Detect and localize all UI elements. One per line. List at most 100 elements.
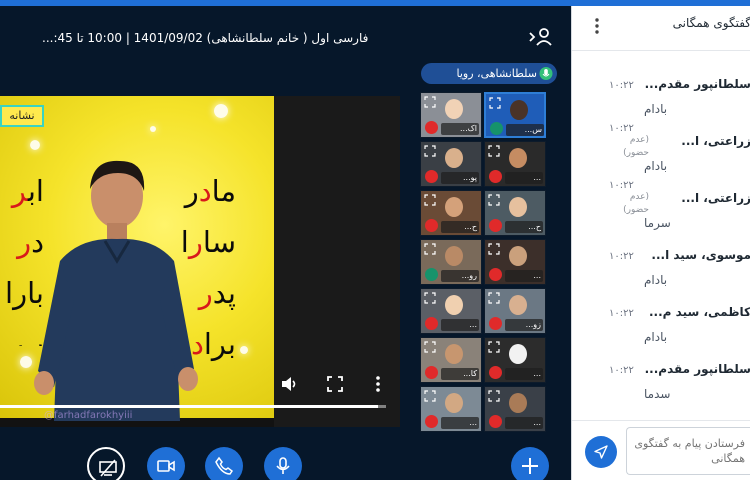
send-message-button[interactable] (585, 436, 617, 468)
expand-icon[interactable] (424, 341, 436, 353)
send-icon (594, 445, 608, 459)
chat-sender-name: زراعتی، ا... (681, 134, 750, 148)
participant-face (445, 344, 463, 364)
current-talker-name: سلطانشاهی، رویا (456, 67, 537, 80)
chat-message: موسوی، سید ا... ۱۰:۲۲ بادام (572, 237, 750, 293)
sparkle (240, 346, 248, 354)
participant-face (509, 148, 527, 168)
expand-icon[interactable] (489, 97, 501, 109)
camera-icon (157, 460, 175, 472)
webcam-tile[interactable]: پو... (420, 141, 482, 187)
expand-icon[interactable] (424, 292, 436, 304)
chat-timestamp: ۱۰:۲۲ (609, 251, 634, 262)
chat-title: گفتگوی همگانی (672, 16, 750, 30)
camera-button[interactable] (147, 447, 185, 480)
chat-message-text: بادام (644, 273, 668, 287)
user-list-toggle[interactable] (526, 24, 556, 50)
highlighted-letter: ر (198, 276, 213, 310)
webcam-tile[interactable]: ح... (420, 190, 482, 236)
highlighted-letter: ر (17, 225, 32, 259)
sparkle (30, 140, 40, 150)
webcam-tile[interactable]: ... (484, 337, 546, 383)
expand-icon[interactable] (424, 243, 436, 255)
chat-message: سلطانپور مقدم... ۱۰:۲۲ بادام (572, 66, 750, 122)
chat-sender-status: (عدم حضور) (623, 192, 649, 215)
webcam-tile[interactable]: ... (484, 386, 546, 432)
chat-sender-name: سلطانپور مقدم... (644, 362, 750, 376)
webcam-tile[interactable]: زو... (484, 288, 546, 334)
expand-icon[interactable] (488, 243, 500, 255)
more-options-icon[interactable] (368, 374, 388, 394)
microphone-icon (539, 67, 553, 80)
chat-sender-name: سلطانپور مقدم... (644, 77, 750, 91)
participant-name: ... (505, 417, 543, 429)
participant-name: ... (505, 368, 543, 380)
chat-timestamp: ۱۰:۲۲ (609, 308, 634, 319)
chat-options-icon[interactable] (590, 17, 604, 35)
phone-button[interactable] (205, 447, 243, 480)
expand-icon[interactable] (488, 194, 500, 206)
expand-icon[interactable] (424, 194, 436, 206)
chat-sender-status: (عدم حضور) (623, 135, 649, 158)
webcam-tile[interactable]: س... (484, 92, 546, 138)
chat-timestamp: ۱۰:۲۲ (609, 180, 634, 191)
expand-icon[interactable] (424, 390, 436, 402)
chat-divider (572, 50, 750, 51)
webcam-tile[interactable]: ... (484, 141, 546, 187)
participant-name: ... (441, 417, 479, 429)
webcam-tile[interactable]: ... (484, 239, 546, 285)
participant-face (445, 246, 463, 266)
sparkle (214, 104, 228, 118)
video-progress-bar[interactable] (0, 405, 386, 408)
screenshare-button[interactable] (87, 447, 125, 480)
webcam-tile[interactable]: اک... (420, 92, 482, 138)
participant-name: زو... (505, 319, 543, 331)
mic-muted-icon (425, 219, 438, 232)
mic-on-icon (425, 268, 438, 281)
participant-face (445, 148, 463, 168)
chat-message: سلطانپور مقدم... ۱۰:۲۲ سدما (572, 351, 750, 407)
chat-message: زراعتی، ا... (عدم حضور) ۱۰:۲۲ بادام (572, 123, 750, 179)
volume-icon[interactable] (279, 374, 299, 394)
microphone-icon (276, 457, 290, 474)
webcam-tile[interactable]: ... (420, 386, 482, 432)
chat-header: گفتگوی همگانی (572, 6, 750, 48)
participant-face (509, 295, 527, 315)
bigbluebutton-app: فارسی اول ( خانم سلطانشاهی) 1401/09/02 |… (0, 0, 750, 480)
participant-face (509, 197, 527, 217)
participant-face (509, 344, 527, 364)
webcam-tile[interactable]: کا... (420, 337, 482, 383)
mic-muted-icon (425, 415, 438, 428)
participant-name: س... (506, 124, 544, 136)
participant-name: رو... (441, 270, 479, 282)
current-talker-badge: سلطانشاهی، رویا (421, 63, 557, 84)
participant-face (445, 295, 463, 315)
expand-icon[interactable] (488, 292, 500, 304)
presentation-video[interactable]: نشانه ابردرباراب مادرساراپدربرادر (0, 96, 400, 427)
microphone-button[interactable] (264, 447, 302, 480)
webcam-tile[interactable]: ... (420, 288, 482, 334)
chat-sender-name: موسوی، سید ا... (651, 248, 750, 262)
word-part: پد (212, 276, 236, 310)
expand-icon[interactable] (424, 96, 436, 108)
expand-icon[interactable] (488, 145, 500, 157)
expand-icon[interactable] (488, 390, 500, 402)
chat-message: کاظمی، سید م... ۱۰:۲۲ بادام (572, 294, 750, 350)
expand-icon[interactable] (424, 145, 436, 157)
mic-muted-icon (489, 170, 502, 183)
mic-muted-icon (489, 415, 502, 428)
webcam-tile[interactable]: ح... (484, 190, 546, 236)
mic-muted-icon (489, 317, 502, 330)
chat-messages: سلطانپور مقدم... ۱۰:۲۲ بادام زراعتی، ا... (ع… (572, 66, 750, 416)
actions-plus-button[interactable] (511, 447, 549, 480)
expand-icon[interactable] (488, 341, 500, 353)
participant-face (509, 393, 527, 413)
chat-sender-name: زراعتی، ا... (681, 191, 750, 205)
fullscreen-icon[interactable] (325, 374, 345, 394)
word-part: برا (203, 327, 236, 361)
screenshare-off-icon (99, 459, 117, 477)
chat-message-input[interactable] (626, 427, 750, 475)
webcam-tile[interactable]: رو... (420, 239, 482, 285)
participant-face (445, 197, 463, 217)
mic-on-icon (490, 122, 503, 135)
